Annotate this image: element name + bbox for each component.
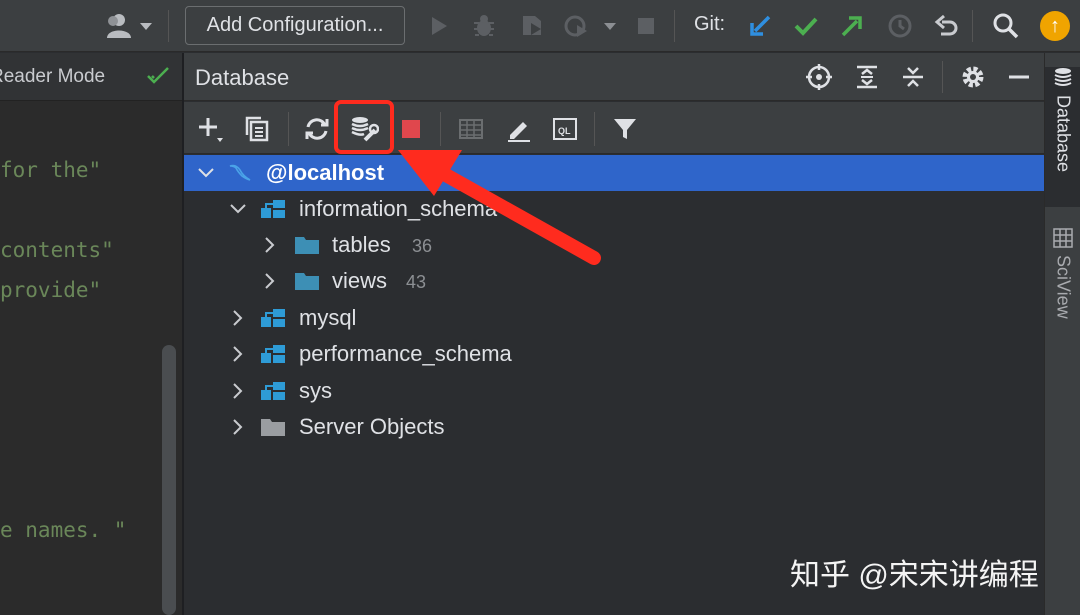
edit-icon[interactable] [502,112,536,146]
tree-node-information-schema[interactable]: information_schema [184,191,1044,227]
tab-label: Database [1053,95,1074,173]
code-line: for the" [0,158,102,182]
chevron-down-icon[interactable] [228,199,248,219]
tree-node-performance-schema[interactable]: performance_schema [184,336,1044,372]
run-icon[interactable] [422,10,454,42]
user-icon [107,14,152,38]
stop-icon[interactable] [630,10,662,42]
main-toolbar: Add Configuration... Git: ↑ [0,0,1080,52]
chevron-right-icon[interactable] [260,235,280,255]
node-label: performance_schema [299,341,512,366]
inspection-ok-icon[interactable] [146,64,170,93]
gear-icon[interactable] [958,62,988,92]
debug-icon[interactable] [468,10,500,42]
toolbar-separator [942,61,943,93]
reader-mode-button[interactable]: Reader Mode [0,66,115,88]
panel-title: Database [195,65,290,90]
toolbar-separator [440,112,441,146]
chevron-right-icon[interactable] [228,417,248,437]
collapse-all-icon[interactable] [898,62,928,92]
minimize-icon[interactable] [1004,62,1034,92]
highlight-annotation [334,100,394,154]
node-count: 43 [406,272,427,292]
editor-header: Reader Mode [0,53,182,101]
database-toolbar: QL [184,102,1044,154]
schema-icon [261,382,285,400]
node-count: 36 [412,236,433,256]
git-label: Git: [694,13,726,35]
code-line: contents" [0,238,114,262]
filter-icon[interactable] [608,112,642,146]
folder-icon [295,273,319,290]
tree-node-sys[interactable]: sys [184,373,1044,409]
profile-icon[interactable] [560,10,592,42]
coverage-icon[interactable] [516,10,548,42]
refresh-icon[interactable] [300,112,334,146]
table-view-icon[interactable] [454,112,488,146]
database-icon [1054,68,1072,86]
tree-node-tables[interactable]: tables 36 [184,227,1044,263]
grid-icon [1053,228,1073,248]
rollback-icon[interactable] [930,10,962,42]
duplicate-icon[interactable] [240,112,274,146]
node-label: @localhost [266,160,385,185]
history-icon[interactable] [884,10,916,42]
node-label: Server Objects [299,414,445,439]
toolbar-separator [288,112,289,146]
chevron-right-icon[interactable] [228,308,248,328]
query-console-icon[interactable]: QL [548,112,582,146]
watermark: 知乎 @宋宋讲编程 [790,559,1039,592]
chevron-right-icon[interactable] [228,344,248,364]
add-configuration-button[interactable]: Add Configuration... [185,6,405,45]
add-icon[interactable] [194,112,228,146]
toolbar-separator [972,10,973,42]
schema-icon [261,345,285,363]
database-tool-tab[interactable]: Database [1045,67,1080,207]
tree-node-localhost[interactable]: @localhost [184,155,1044,191]
node-label: tables [332,232,391,257]
git-push-icon[interactable] [836,10,868,42]
tree-node-mysql[interactable]: mysql [184,300,1044,336]
code-editor[interactable]: Reader Mode for the" contents" provide" … [0,53,182,615]
schema-icon [261,200,285,218]
database-panel: Database QL @localhost information_schem… [184,53,1044,615]
locate-icon[interactable] [804,62,834,92]
user-menu-button[interactable] [104,12,156,40]
ide-window: Add Configuration... Git: ↑ Reader Mode … [0,0,1080,615]
node-label: views [332,268,388,293]
code-line: e names. " [0,518,127,542]
mysql-dolphin-icon [229,164,251,181]
search-icon[interactable] [990,10,1022,42]
schema-icon [261,309,285,327]
chevron-down-icon[interactable] [594,10,626,42]
git-update-icon[interactable] [744,10,776,42]
node-label: information_schema [299,196,498,221]
folder-icon [261,419,285,436]
svg-text:QL: QL [558,126,571,136]
right-tool-strip: Database SciView [1044,53,1080,615]
stop-icon[interactable] [394,112,428,146]
tree-node-views[interactable]: views 43 [184,263,1044,299]
tab-label: SciView [1053,255,1074,319]
reader-mode-label: Reader Mode [0,66,106,87]
toolbar-separator [594,112,595,146]
node-label: mysql [299,305,357,330]
chevron-down-icon[interactable] [196,163,216,183]
sciview-tool-tab[interactable]: SciView [1045,227,1080,337]
tree-node-server-objects[interactable]: Server Objects [184,409,1044,445]
toolbar-separator [674,10,675,42]
update-icon[interactable]: ↑ [1040,11,1070,41]
git-commit-icon[interactable] [790,10,822,42]
chevron-right-icon[interactable] [228,381,248,401]
toolbar-separator [168,10,169,42]
node-label: sys [299,378,332,403]
database-panel-header: Database [184,53,1044,101]
expand-all-icon[interactable] [852,62,882,92]
code-line: provide" [0,278,102,302]
chevron-right-icon[interactable] [260,271,280,291]
editor-scrollbar[interactable] [162,345,176,615]
folder-icon [295,237,319,254]
